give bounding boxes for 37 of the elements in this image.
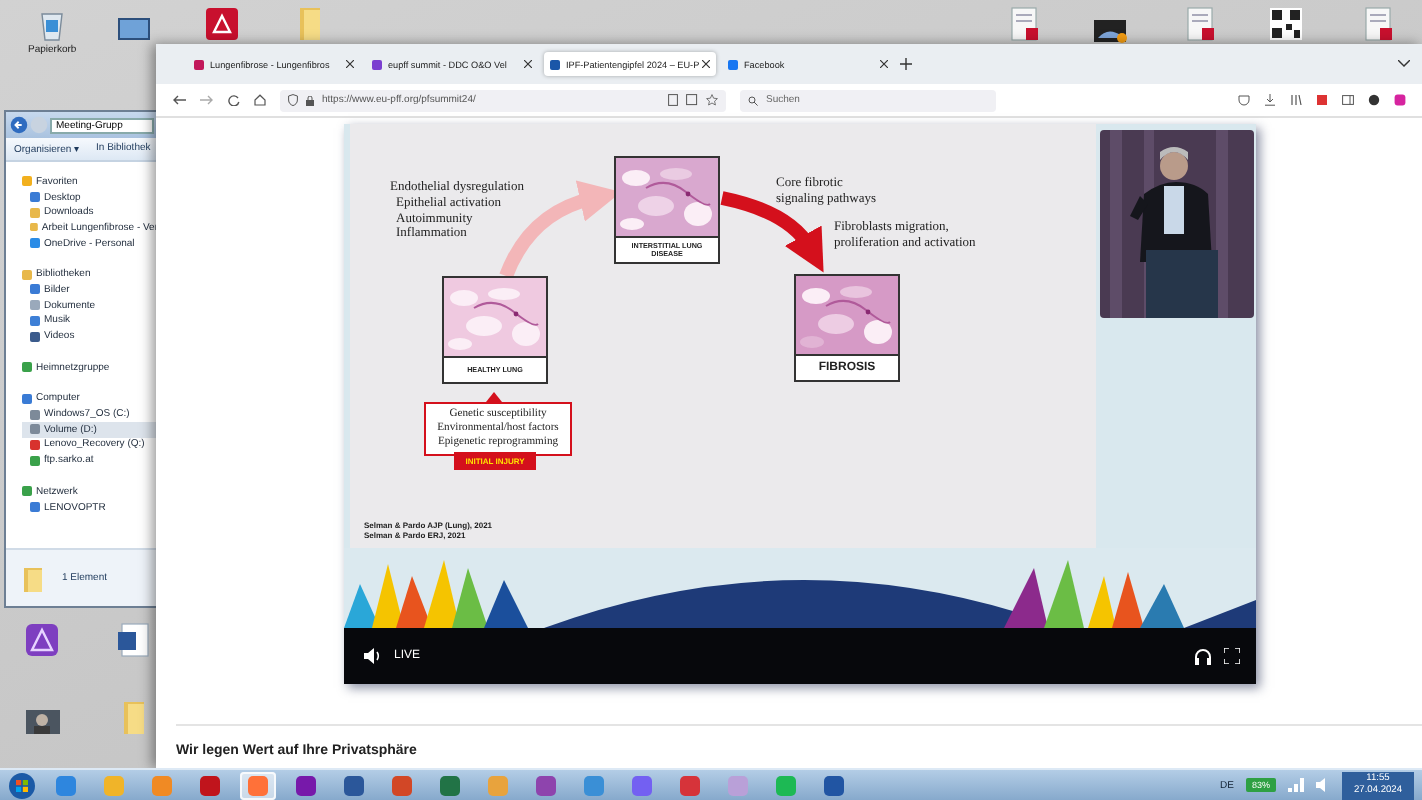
nav-icon (22, 362, 32, 373)
download-icon[interactable] (1264, 94, 1276, 106)
document-icon[interactable] (1360, 6, 1396, 42)
chevron-icon[interactable] (1398, 60, 1410, 68)
photo-file-icon[interactable] (24, 704, 60, 740)
document-icon[interactable] (1006, 6, 1042, 42)
volume-icon[interactable] (364, 648, 382, 664)
pocket-icon[interactable] (1238, 94, 1250, 106)
screenshot-icon[interactable] (686, 94, 698, 106)
lock-icon (306, 95, 314, 105)
library-icon[interactable] (1290, 94, 1302, 106)
folder-icon (22, 565, 44, 591)
extension-icon[interactable] (1368, 94, 1380, 106)
start-icon[interactable] (8, 771, 36, 799)
search-icon (748, 95, 758, 105)
document-icon[interactable] (1182, 6, 1218, 42)
headphones-icon[interactable] (1194, 647, 1212, 665)
shield-icon (288, 94, 298, 106)
reload-icon[interactable] (228, 94, 240, 106)
back-icon[interactable] (172, 94, 186, 106)
taskbar-app[interactable] (240, 771, 276, 799)
star-icon[interactable] (706, 94, 718, 106)
close-icon[interactable] (880, 60, 888, 68)
pdf-file-icon[interactable] (204, 6, 240, 42)
new-tab-icon[interactable] (900, 58, 912, 70)
reader-icon[interactable] (668, 94, 678, 106)
qr-code-icon[interactable] (1268, 6, 1304, 42)
close-icon[interactable] (346, 60, 354, 68)
app-icon[interactable] (24, 622, 60, 658)
home-icon[interactable] (254, 94, 266, 106)
close-icon[interactable] (524, 60, 532, 68)
sidebar-icon[interactable] (1342, 94, 1354, 106)
close-icon[interactable] (702, 60, 710, 68)
arrow (720, 191, 825, 272)
fullscreen-icon[interactable] (1224, 648, 1240, 664)
back-icon[interactable] (10, 116, 28, 134)
word-file-icon[interactable] (116, 622, 152, 658)
